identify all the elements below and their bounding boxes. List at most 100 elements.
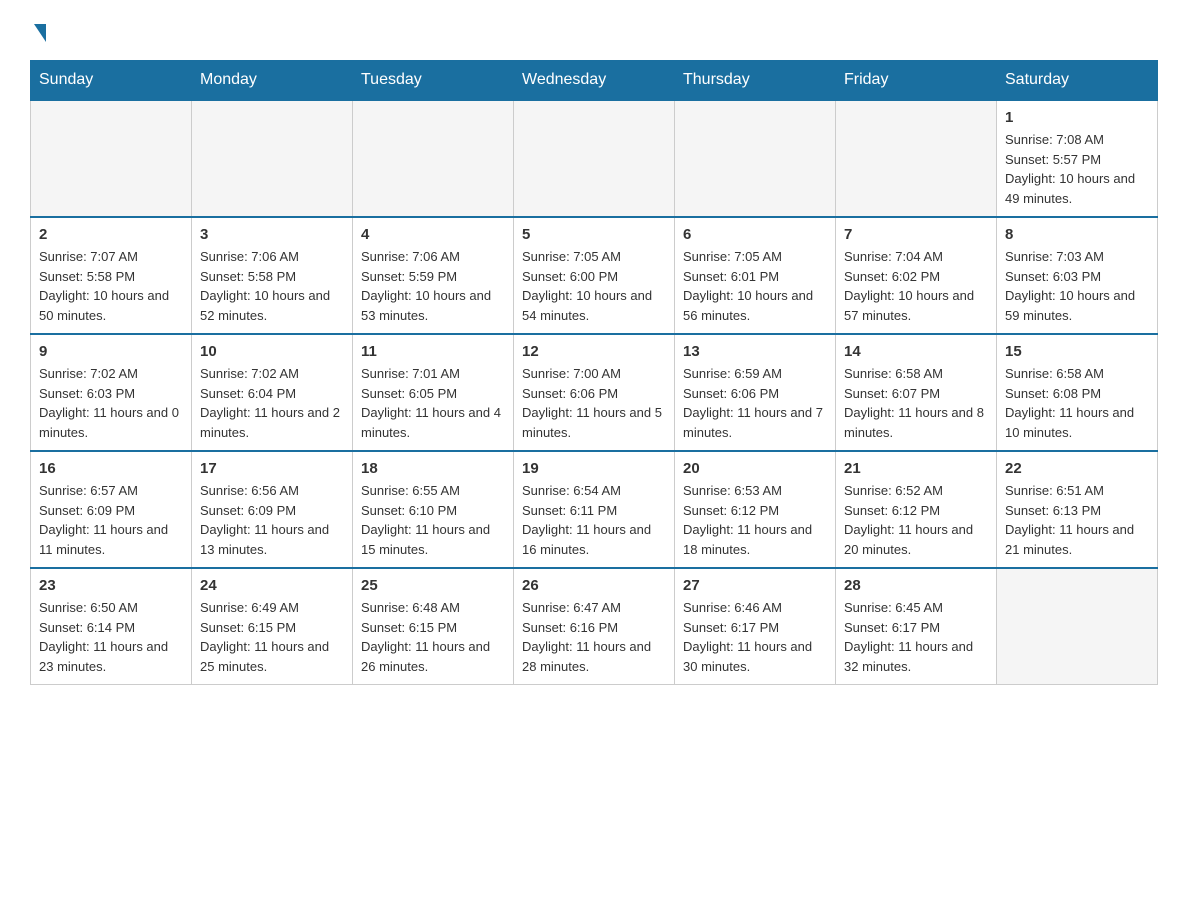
calendar-cell: 3 Sunrise: 7:06 AMSunset: 5:58 PMDaylight… (192, 217, 353, 334)
day-info: Sunrise: 7:05 AMSunset: 6:00 PMDaylight:… (522, 247, 666, 325)
day-info: Sunrise: 6:52 AMSunset: 6:12 PMDaylight:… (844, 481, 988, 559)
day-info: Sunrise: 7:04 AMSunset: 6:02 PMDaylight:… (844, 247, 988, 325)
day-info: Sunrise: 7:05 AMSunset: 6:01 PMDaylight:… (683, 247, 827, 325)
calendar-cell: 18 Sunrise: 6:55 AMSunset: 6:10 PMDayligh… (353, 451, 514, 568)
calendar-cell: 4 Sunrise: 7:06 AMSunset: 5:59 PMDaylight… (353, 217, 514, 334)
calendar-cell: 8 Sunrise: 7:03 AMSunset: 6:03 PMDaylight… (997, 217, 1158, 334)
day-number: 2 (39, 226, 183, 243)
calendar-cell: 13 Sunrise: 6:59 AMSunset: 6:06 PMDayligh… (675, 334, 836, 451)
calendar-cell: 23 Sunrise: 6:50 AMSunset: 6:14 PMDayligh… (31, 568, 192, 685)
calendar-cell: 14 Sunrise: 6:58 AMSunset: 6:07 PMDayligh… (836, 334, 997, 451)
calendar-cell: 11Sunrise: 7:01 AMSunset: 6:05 PMDayligh… (353, 334, 514, 451)
calendar-cell: 1 Sunrise: 7:08 AMSunset: 5:57 PMDaylight… (997, 100, 1158, 217)
day-info: Sunrise: 6:55 AMSunset: 6:10 PMDaylight:… (361, 481, 505, 559)
day-info: Sunrise: 7:07 AMSunset: 5:58 PMDaylight:… (39, 247, 183, 325)
day-number: 16 (39, 460, 183, 477)
weekday-header-friday: Friday (836, 61, 997, 101)
day-number: 27 (683, 577, 827, 594)
day-info: Sunrise: 6:58 AMSunset: 6:08 PMDaylight:… (1005, 364, 1149, 442)
day-info: Sunrise: 7:06 AMSunset: 5:58 PMDaylight:… (200, 247, 344, 325)
calendar-table: SundayMondayTuesdayWednesdayThursdayFrid… (30, 60, 1158, 685)
day-number: 23 (39, 577, 183, 594)
day-number: 11 (361, 343, 505, 360)
calendar-cell: 12 Sunrise: 7:00 AMSunset: 6:06 PMDayligh… (514, 334, 675, 451)
calendar-cell: 25 Sunrise: 6:48 AMSunset: 6:15 PMDayligh… (353, 568, 514, 685)
calendar-cell: 17 Sunrise: 6:56 AMSunset: 6:09 PMDayligh… (192, 451, 353, 568)
weekday-header-thursday: Thursday (675, 61, 836, 101)
logo-arrow-icon (34, 24, 46, 42)
day-number: 28 (844, 577, 988, 594)
day-info: Sunrise: 6:53 AMSunset: 6:12 PMDaylight:… (683, 481, 827, 559)
calendar-cell: 24Sunrise: 6:49 AMSunset: 6:15 PMDayligh… (192, 568, 353, 685)
day-info: Sunrise: 7:06 AMSunset: 5:59 PMDaylight:… (361, 247, 505, 325)
calendar-cell: 10Sunrise: 7:02 AMSunset: 6:04 PMDayligh… (192, 334, 353, 451)
day-info: Sunrise: 6:56 AMSunset: 6:09 PMDaylight:… (200, 481, 344, 559)
day-number: 14 (844, 343, 988, 360)
day-info: Sunrise: 6:48 AMSunset: 6:15 PMDaylight:… (361, 598, 505, 676)
day-number: 15 (1005, 343, 1149, 360)
calendar-cell: 9 Sunrise: 7:02 AMSunset: 6:03 PMDaylight… (31, 334, 192, 451)
weekday-header-tuesday: Tuesday (353, 61, 514, 101)
day-number: 22 (1005, 460, 1149, 477)
day-number: 8 (1005, 226, 1149, 243)
day-number: 1 (1005, 109, 1149, 126)
calendar-cell: 22 Sunrise: 6:51 AMSunset: 6:13 PMDayligh… (997, 451, 1158, 568)
day-number: 19 (522, 460, 666, 477)
day-info: Sunrise: 6:54 AMSunset: 6:11 PMDaylight:… (522, 481, 666, 559)
weekday-header-row: SundayMondayTuesdayWednesdayThursdayFrid… (31, 61, 1158, 101)
week-row-2: 2 Sunrise: 7:07 AMSunset: 5:58 PMDaylight… (31, 217, 1158, 334)
day-number: 13 (683, 343, 827, 360)
day-number: 7 (844, 226, 988, 243)
calendar-cell: 27 Sunrise: 6:46 AMSunset: 6:17 PMDayligh… (675, 568, 836, 685)
day-number: 18 (361, 460, 505, 477)
day-number: 20 (683, 460, 827, 477)
calendar-cell: 26 Sunrise: 6:47 AMSunset: 6:16 PMDayligh… (514, 568, 675, 685)
day-info: Sunrise: 6:50 AMSunset: 6:14 PMDaylight:… (39, 598, 183, 676)
calendar-cell: 15 Sunrise: 6:58 AMSunset: 6:08 PMDayligh… (997, 334, 1158, 451)
calendar-cell: 5 Sunrise: 7:05 AMSunset: 6:00 PMDaylight… (514, 217, 675, 334)
calendar-cell: 20 Sunrise: 6:53 AMSunset: 6:12 PMDayligh… (675, 451, 836, 568)
day-info: Sunrise: 6:46 AMSunset: 6:17 PMDaylight:… (683, 598, 827, 676)
weekday-header-saturday: Saturday (997, 61, 1158, 101)
calendar-cell: 21 Sunrise: 6:52 AMSunset: 6:12 PMDayligh… (836, 451, 997, 568)
calendar-cell (836, 100, 997, 217)
day-info: Sunrise: 6:59 AMSunset: 6:06 PMDaylight:… (683, 364, 827, 442)
day-number: 4 (361, 226, 505, 243)
calendar-cell (192, 100, 353, 217)
day-info: Sunrise: 7:00 AMSunset: 6:06 PMDaylight:… (522, 364, 666, 442)
weekday-header-monday: Monday (192, 61, 353, 101)
day-info: Sunrise: 7:02 AMSunset: 6:03 PMDaylight:… (39, 364, 183, 442)
calendar-cell: 16 Sunrise: 6:57 AMSunset: 6:09 PMDayligh… (31, 451, 192, 568)
day-info: Sunrise: 6:57 AMSunset: 6:09 PMDaylight:… (39, 481, 183, 559)
day-info: Sunrise: 6:47 AMSunset: 6:16 PMDaylight:… (522, 598, 666, 676)
day-info: Sunrise: 6:45 AMSunset: 6:17 PMDaylight:… (844, 598, 988, 676)
logo (30, 20, 46, 40)
calendar-cell: 6Sunrise: 7:05 AMSunset: 6:01 PMDaylight… (675, 217, 836, 334)
calendar-cell (514, 100, 675, 217)
calendar-cell: 7 Sunrise: 7:04 AMSunset: 6:02 PMDaylight… (836, 217, 997, 334)
weekday-header-sunday: Sunday (31, 61, 192, 101)
calendar-cell (675, 100, 836, 217)
calendar-cell: 28 Sunrise: 6:45 AMSunset: 6:17 PMDayligh… (836, 568, 997, 685)
day-number: 12 (522, 343, 666, 360)
calendar-cell (31, 100, 192, 217)
day-info: Sunrise: 7:03 AMSunset: 6:03 PMDaylight:… (1005, 247, 1149, 325)
day-number: 24 (200, 577, 344, 594)
day-number: 21 (844, 460, 988, 477)
weekday-header-wednesday: Wednesday (514, 61, 675, 101)
calendar-cell (997, 568, 1158, 685)
calendar-cell (353, 100, 514, 217)
week-row-3: 9 Sunrise: 7:02 AMSunset: 6:03 PMDaylight… (31, 334, 1158, 451)
day-number: 3 (200, 226, 344, 243)
day-number: 26 (522, 577, 666, 594)
calendar-cell: 19 Sunrise: 6:54 AMSunset: 6:11 PMDayligh… (514, 451, 675, 568)
day-info: Sunrise: 6:58 AMSunset: 6:07 PMDaylight:… (844, 364, 988, 442)
day-info: Sunrise: 6:51 AMSunset: 6:13 PMDaylight:… (1005, 481, 1149, 559)
day-number: 25 (361, 577, 505, 594)
day-number: 9 (39, 343, 183, 360)
day-number: 10 (200, 343, 344, 360)
week-row-5: 23 Sunrise: 6:50 AMSunset: 6:14 PMDayligh… (31, 568, 1158, 685)
day-number: 17 (200, 460, 344, 477)
day-info: Sunrise: 7:08 AMSunset: 5:57 PMDaylight:… (1005, 130, 1149, 208)
day-number: 5 (522, 226, 666, 243)
